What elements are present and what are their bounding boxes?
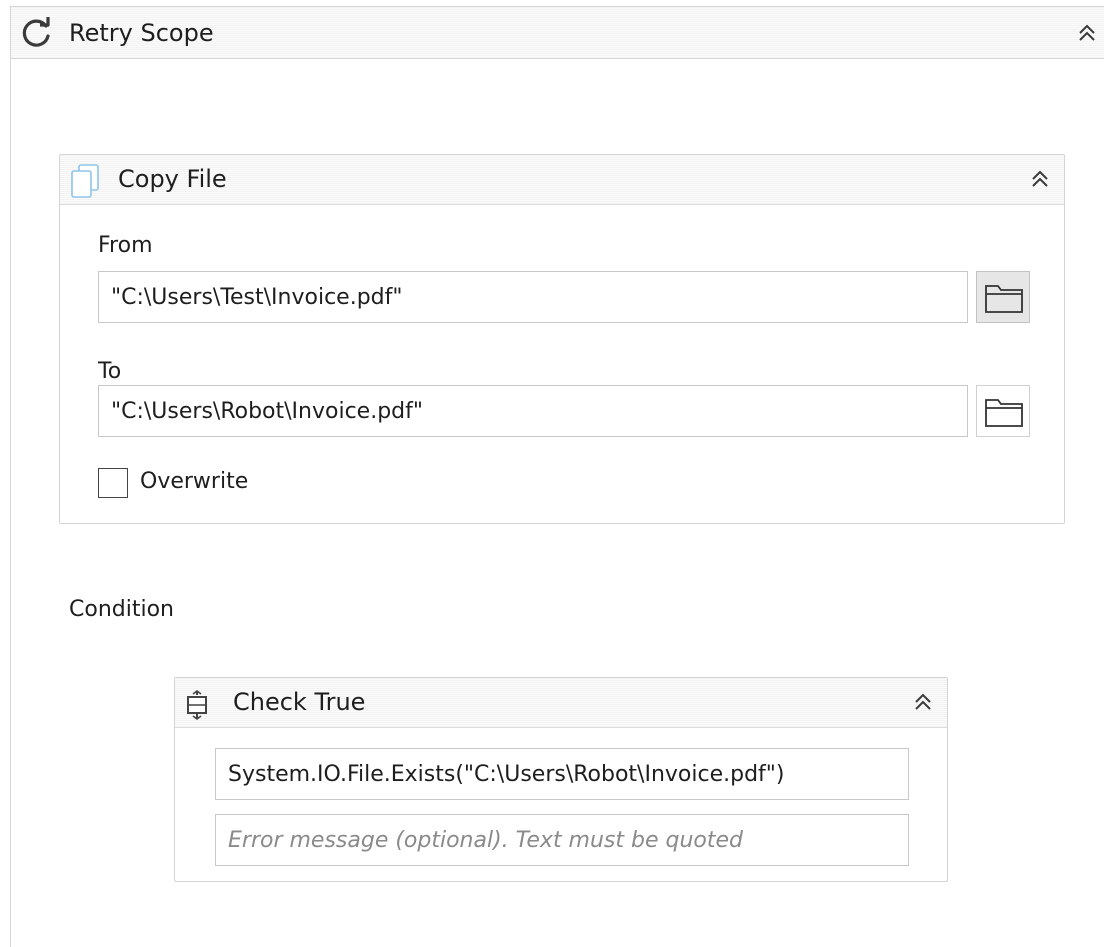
to-label: To <box>98 359 122 384</box>
from-label: From <box>98 233 153 258</box>
check-true-activity[interactable]: Check True System.IO.File.Exists("C:\Use… <box>174 677 948 882</box>
to-browse-button[interactable] <box>976 385 1030 437</box>
expression-input[interactable]: System.IO.File.Exists("C:\Users\Robot\In… <box>215 748 909 800</box>
collapse-icon[interactable] <box>1075 21 1099 45</box>
copy-file-activity[interactable]: Copy File From "C:\Users\Test\Invoice.pd… <box>59 154 1065 524</box>
retry-scope-header[interactable]: Retry Scope <box>11 7 1104 59</box>
overwrite-label: Overwrite <box>140 469 249 494</box>
check-true-icon <box>187 690 207 720</box>
retry-scope-activity[interactable]: Retry Scope Copy File From "C:\Users\Tes… <box>10 6 1104 947</box>
refresh-icon <box>22 17 50 47</box>
folder-icon <box>985 285 1023 313</box>
from-input[interactable]: "C:\Users\Test\Invoice.pdf" <box>98 271 968 323</box>
check-true-title: Check True <box>233 688 366 716</box>
copy-file-icon <box>71 164 99 198</box>
collapse-icon[interactable] <box>911 690 935 714</box>
copy-file-title: Copy File <box>118 165 227 193</box>
copy-file-header[interactable]: Copy File <box>60 155 1064 205</box>
folder-icon <box>985 399 1023 427</box>
check-true-header[interactable]: Check True <box>175 678 947 728</box>
to-input[interactable]: "C:\Users\Robot\Invoice.pdf" <box>98 385 968 437</box>
collapse-icon[interactable] <box>1028 167 1052 191</box>
condition-label: Condition <box>69 597 174 622</box>
retry-scope-title: Retry Scope <box>69 19 214 47</box>
overwrite-checkbox[interactable] <box>98 468 128 498</box>
from-browse-button[interactable] <box>976 271 1030 323</box>
error-message-input[interactable]: Error message (optional). Text must be q… <box>215 814 909 866</box>
